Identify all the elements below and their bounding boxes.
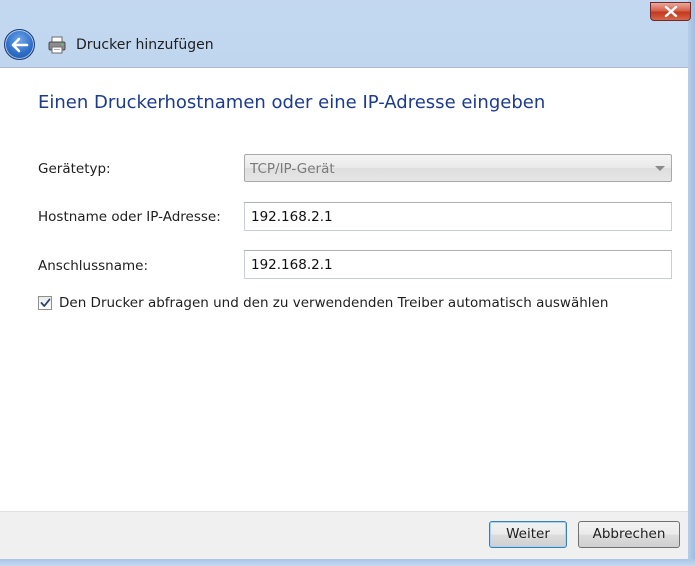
device-type-label: Gerätetyp:	[38, 161, 111, 177]
chevron-down-icon	[655, 166, 665, 171]
back-arrow-icon	[11, 37, 28, 52]
close-icon	[664, 6, 677, 17]
next-button[interactable]: Weiter	[489, 521, 567, 548]
hostname-input[interactable]	[244, 202, 672, 231]
device-type-value: TCP/IP-Gerät	[250, 161, 335, 177]
wizard-content: Einen Druckerhostnamen oder eine IP-Adre…	[0, 67, 688, 511]
printer-icon	[48, 36, 66, 54]
back-button[interactable]	[4, 29, 35, 60]
page-heading: Einen Druckerhostnamen oder eine IP-Adre…	[38, 92, 546, 113]
window-border-right	[688, 0, 695, 566]
hostname-label: Hostname oder IP-Adresse:	[38, 209, 221, 225]
close-button[interactable]	[650, 2, 691, 21]
window-border-bottom	[0, 559, 695, 566]
window-title: Drucker hinzufügen	[76, 37, 214, 53]
device-type-select[interactable]: TCP/IP-Gerät	[244, 154, 672, 182]
wizard-footer: Weiter Abbrechen	[0, 511, 688, 559]
auto-driver-checkbox[interactable]	[38, 296, 52, 310]
checkmark-icon	[40, 298, 50, 307]
port-name-input[interactable]	[244, 250, 672, 279]
auto-driver-label[interactable]: Den Drucker abfragen und den zu verwende…	[59, 295, 608, 311]
port-name-label: Anschlussname:	[38, 258, 149, 274]
cancel-button[interactable]: Abbrechen	[578, 521, 680, 548]
